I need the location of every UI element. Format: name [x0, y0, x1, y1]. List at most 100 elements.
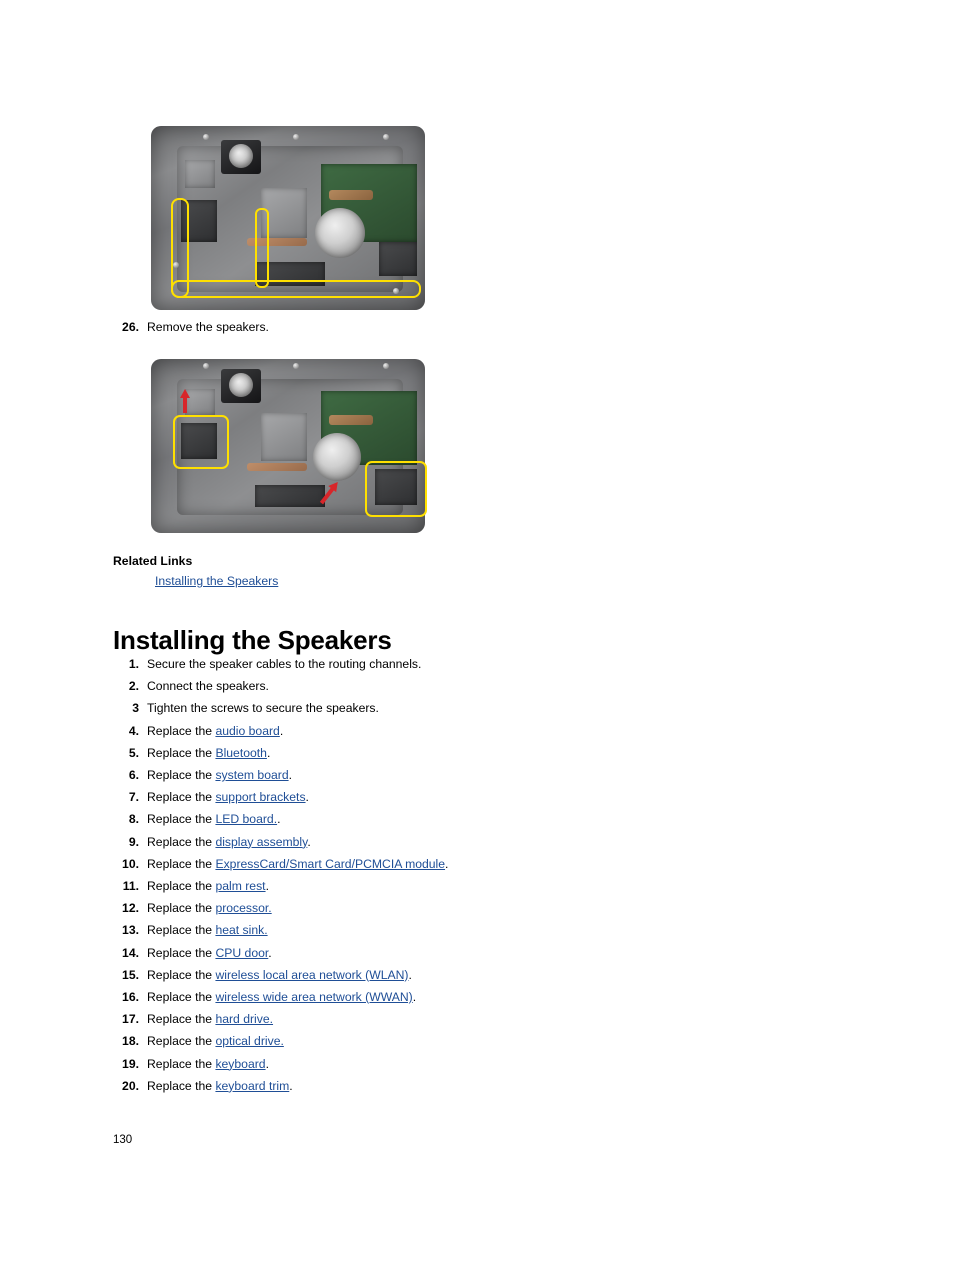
- step-link[interactable]: Bluetooth: [215, 746, 267, 760]
- step-text: Remove the speakers.: [147, 320, 269, 334]
- step-text: Replace the support brackets.: [147, 790, 309, 805]
- step-number: 18.: [122, 1034, 139, 1049]
- step-number: 12.: [122, 901, 139, 916]
- step-link[interactable]: palm rest: [215, 879, 265, 893]
- step-link[interactable]: keyboard: [215, 1057, 265, 1071]
- step-number: 1.: [128, 657, 139, 671]
- step-text-suffix: .: [412, 990, 417, 1004]
- screw: [203, 134, 209, 140]
- screw: [383, 134, 389, 140]
- document-page: 26. Remove the speakers. Related Links I…: [0, 0, 954, 1268]
- speaker-cable-routing-figure: [143, 112, 433, 318]
- step-link[interactable]: wireless wide area network (WWAN): [215, 990, 412, 1004]
- install-step: 1. Secure the speaker cables to the routi…: [113, 657, 422, 672]
- step-text-suffix: .: [266, 745, 271, 760]
- step-text: Secure the speaker cables to the routing…: [147, 657, 421, 672]
- step-text-suffix: .: [289, 1078, 293, 1093]
- step-text: Replace the ExpressCard/Smart Card/PCMCI…: [147, 857, 448, 872]
- step-text-prefix: Replace the: [147, 945, 216, 960]
- step-text-prefix: Replace the: [147, 790, 216, 805]
- related-link[interactable]: Installing the Speakers: [155, 574, 278, 588]
- step-text-prefix: Replace the: [147, 745, 216, 760]
- step-text-prefix: Replace the: [147, 1078, 216, 1093]
- step-link[interactable]: optical drive.: [215, 1034, 283, 1048]
- step-link[interactable]: support brackets: [215, 790, 305, 804]
- step-number: 20.: [122, 1078, 139, 1093]
- step-link[interactable]: display assembly: [215, 835, 307, 849]
- step-text: Replace the keyboard trim.: [147, 1079, 293, 1094]
- step-link[interactable]: heat sink.: [215, 923, 267, 937]
- step-link[interactable]: audio board: [215, 724, 279, 738]
- related-links-title: Related Links: [113, 554, 193, 568]
- page-number: 130: [113, 1134, 133, 1146]
- step-text: Replace the hard drive.: [147, 1012, 273, 1027]
- step-text-suffix: .: [408, 967, 412, 982]
- install-step: 18. Replace the optical drive.: [113, 1034, 284, 1049]
- step-link[interactable]: CPU door: [215, 946, 268, 960]
- step-text: Replace the CPU door.: [147, 946, 272, 961]
- install-step: 20. Replace the keyboard trim.: [113, 1079, 293, 1094]
- screw: [383, 363, 389, 369]
- step-text-suffix: .: [265, 1056, 269, 1071]
- step-text-suffix: .: [277, 812, 281, 827]
- step-number: 19.: [122, 1056, 139, 1071]
- install-step: 8. Replace the LED board..: [113, 812, 281, 827]
- install-step: 7. Replace the support brackets.: [113, 790, 309, 805]
- step-link[interactable]: ExpressCard/Smart Card/PCMCIA module: [215, 857, 445, 871]
- step-number: 14.: [122, 945, 139, 960]
- step-number: 15.: [122, 967, 139, 982]
- step-text-prefix: Tighten the screws to secure the speaker…: [147, 701, 379, 716]
- install-step: 13. Replace the heat sink.: [113, 923, 268, 938]
- step-link[interactable]: hard drive.: [215, 1012, 273, 1026]
- step-link[interactable]: system board: [215, 768, 288, 782]
- board-photo: [143, 112, 433, 318]
- left-speaker-highlight: [173, 415, 229, 469]
- copper-trace: [329, 415, 373, 425]
- install-step: 19. Replace the keyboard.: [113, 1057, 269, 1072]
- related-link-installing-the-speakers[interactable]: Installing the Speakers: [155, 574, 278, 588]
- step-text-prefix: Replace the: [147, 723, 216, 738]
- step-text-prefix: Replace the: [147, 923, 216, 938]
- step-number: 4.: [128, 723, 139, 738]
- step-number: 2.: [128, 679, 139, 694]
- step-number: 10.: [122, 856, 139, 871]
- step-text-prefix: Replace the: [147, 1056, 216, 1071]
- install-step: 9. Replace the display assembly.: [113, 835, 311, 850]
- step-text-prefix: Replace the: [147, 879, 216, 893]
- step-text-prefix: Connect the speakers.: [147, 679, 269, 694]
- install-step: 5. Replace the Bluetooth.: [113, 745, 271, 761]
- fan-opening: [315, 208, 365, 258]
- step-remove-speakers: 26. Remove the speakers.: [113, 320, 269, 335]
- install-step: 17. Replace the hard drive.: [113, 1012, 273, 1027]
- step-text-suffix: .: [307, 834, 311, 849]
- step-link[interactable]: wireless local area network (WLAN): [215, 968, 408, 982]
- step-text-suffix: .: [288, 768, 292, 782]
- bottom-bay: [255, 485, 325, 507]
- page-title: Installing the Speakers: [113, 625, 392, 656]
- install-step: 14. Replace the CPU door.: [113, 946, 272, 961]
- cable-routing-highlight-bottom: [171, 280, 421, 298]
- copper-trace: [329, 190, 373, 200]
- step-text: Replace the audio board.: [147, 724, 283, 739]
- step-text: Replace the optical drive.: [147, 1034, 284, 1049]
- step-link[interactable]: LED board.: [215, 812, 277, 826]
- step-text: Replace the heat sink.: [147, 923, 268, 938]
- step-number: 13.: [122, 923, 139, 938]
- step-text-prefix: Replace the: [147, 990, 216, 1004]
- step-text-prefix: Replace the: [147, 812, 216, 827]
- install-step: 11. Replace the palm rest.: [113, 879, 269, 894]
- step-text: Replace the LED board..: [147, 812, 280, 827]
- step-number: 7.: [128, 790, 139, 805]
- center-plate: [261, 413, 307, 461]
- screw: [293, 134, 299, 140]
- fan-opening: [313, 433, 361, 481]
- left-removal-arrow-head: [180, 389, 190, 398]
- left-removal-arrow-shaft: [183, 397, 187, 413]
- screw: [293, 363, 299, 369]
- step-link[interactable]: processor.: [215, 901, 271, 915]
- step-text-suffix: .: [265, 879, 269, 893]
- install-step: 3 Tighten the screws to secure the speake…: [113, 701, 379, 716]
- step-text: Replace the palm rest.: [147, 879, 269, 894]
- step-number: 3: [132, 701, 139, 716]
- step-link[interactable]: keyboard trim: [215, 1079, 289, 1093]
